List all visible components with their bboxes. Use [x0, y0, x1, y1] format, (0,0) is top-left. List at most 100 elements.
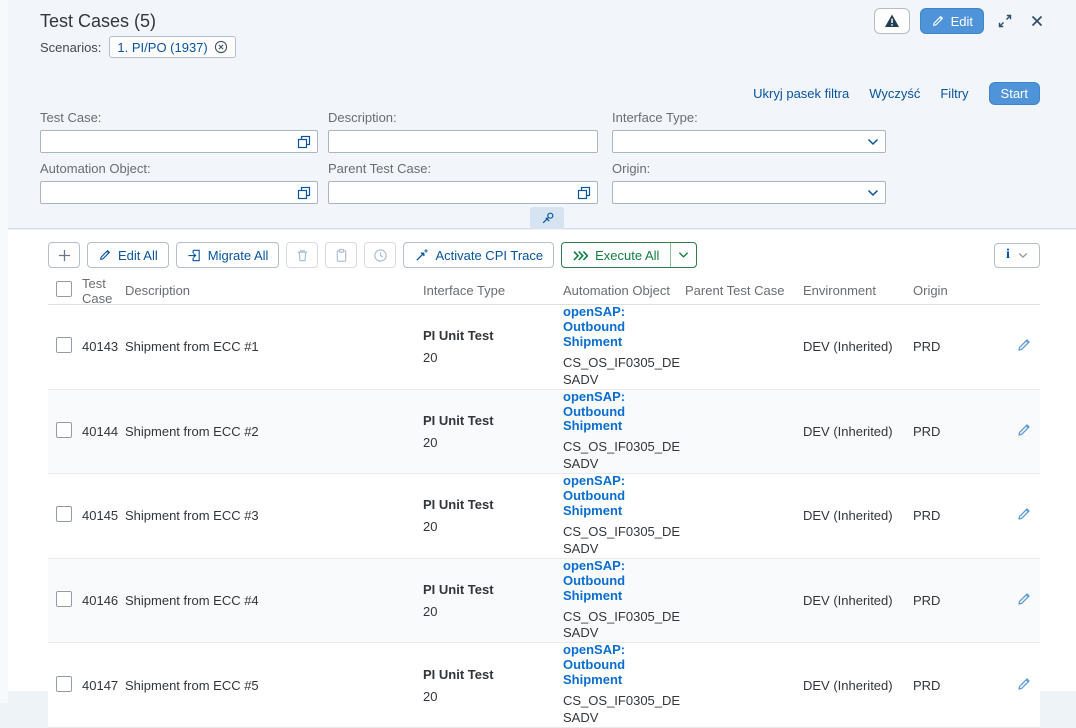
add-icon — [57, 248, 72, 263]
migrate-all-button[interactable]: Migrate All — [176, 242, 280, 268]
add-button[interactable] — [48, 242, 80, 268]
automation-object-link[interactable]: openSAP: Outbound Shipment — [563, 643, 681, 688]
interface-type: PI Unit Test — [423, 497, 563, 512]
warning-button[interactable] — [874, 8, 910, 34]
interface-type: PI Unit Test — [423, 667, 563, 682]
parent-test-case-input[interactable] — [328, 181, 598, 204]
column-header-automation-object[interactable]: Automation Object — [563, 283, 685, 298]
close-button[interactable] — [1026, 10, 1048, 32]
filter-field-description: Description: — [328, 110, 598, 153]
environment-cell: DEV (Inherited) — [803, 678, 913, 693]
edit-pencil-icon — [98, 248, 112, 262]
row-edit-button[interactable] — [1016, 676, 1032, 692]
expand-button[interactable] — [994, 10, 1016, 32]
migrate-all-label: Migrate All — [208, 248, 269, 263]
hide-filterbar-link[interactable]: Ukryj pasek filtra — [753, 86, 849, 101]
start-button[interactable]: Start — [989, 82, 1040, 105]
token-remove-button[interactable] — [214, 40, 228, 54]
edit-pencil-icon — [1016, 591, 1032, 607]
row-checkbox[interactable] — [56, 422, 72, 438]
value-help-icon[interactable] — [297, 186, 311, 200]
column-header-origin[interactable]: Origin — [913, 283, 1008, 298]
test-case-id: 40144 — [82, 424, 125, 439]
column-header-test-case[interactable]: Test Case — [82, 276, 125, 306]
row-checkbox[interactable] — [56, 676, 72, 692]
column-header-environment[interactable]: Environment — [803, 283, 913, 298]
row-edit-button[interactable] — [1016, 337, 1032, 353]
column-header-description[interactable]: Description — [125, 283, 423, 298]
row-checkbox[interactable] — [56, 337, 72, 353]
history-icon — [373, 248, 388, 263]
automation-object-code: CS_OS_IF0305_DESADV — [563, 439, 681, 473]
automation-object-input[interactable] — [40, 181, 318, 204]
row-edit-button[interactable] — [1016, 591, 1032, 607]
activate-cpi-trace-label: Activate CPI Trace — [435, 248, 543, 263]
filter-field-automation-object: Automation Object: — [40, 161, 318, 204]
info-menu-button[interactable]: i — [994, 243, 1040, 268]
page-header: Test Cases (5) Edit Scenarios: 1. PI/PO … — [8, 0, 1076, 229]
left-edge-strip — [0, 0, 8, 703]
pin-filterbar-button[interactable] — [530, 207, 564, 229]
test-case-input[interactable] — [40, 130, 318, 153]
description-cell: Shipment from ECC #5 — [125, 678, 423, 693]
origin-cell: PRD — [913, 424, 1008, 439]
interface-version: 20 — [423, 435, 563, 450]
interface-type: PI Unit Test — [423, 413, 563, 428]
row-edit-button[interactable] — [1016, 422, 1032, 438]
description-cell: Shipment from ECC #2 — [125, 424, 423, 439]
edit-pencil-icon — [1016, 676, 1032, 692]
execute-all-menu-button[interactable] — [670, 243, 696, 267]
test-case-id: 40146 — [82, 593, 125, 608]
table-row: 40147 Shipment from ECC #5 PI Unit Test2… — [48, 643, 1040, 728]
edit-pencil-icon — [1016, 506, 1032, 522]
table-toolbar: Edit All Migrate All Activate CPI Trace … — [48, 241, 1040, 269]
paste-button[interactable] — [325, 242, 357, 268]
scenario-token[interactable]: 1. PI/PO (1937) — [109, 36, 235, 58]
column-header-parent-test-case[interactable]: Parent Test Case — [685, 283, 803, 298]
interface-type: PI Unit Test — [423, 328, 563, 343]
page-title: Test Cases (5) — [40, 8, 156, 34]
execute-all-button[interactable]: Execute All — [562, 243, 670, 267]
interface-type: PI Unit Test — [423, 582, 563, 597]
scenario-token-label: 1. PI/PO (1937) — [117, 40, 207, 55]
delete-button[interactable] — [286, 242, 318, 268]
table-body: 40143 Shipment from ECC #1 PI Unit Test2… — [48, 305, 1040, 728]
automation-object-link[interactable]: openSAP: Outbound Shipment — [563, 305, 681, 350]
clear-filters-link[interactable]: Wyczyść — [869, 86, 920, 101]
filter-field-test-case: Test Case: — [40, 110, 318, 153]
select-all-checkbox[interactable] — [56, 281, 72, 297]
close-icon — [1030, 14, 1044, 28]
filter-label: Origin: — [612, 161, 886, 176]
interface-version: 20 — [423, 604, 563, 619]
description-input[interactable] — [328, 130, 598, 153]
value-help-icon[interactable] — [297, 135, 311, 149]
execute-all-label: Execute All — [595, 248, 659, 263]
execute-all-split-button: Execute All — [561, 242, 697, 268]
activate-cpi-trace-button[interactable]: Activate CPI Trace — [403, 242, 554, 268]
history-button[interactable] — [364, 242, 396, 268]
table-panel: Edit All Migrate All Activate CPI Trace … — [8, 230, 1076, 691]
automation-object-link[interactable]: openSAP: Outbound Shipment — [563, 474, 681, 519]
filter-label: Test Case: — [40, 110, 318, 125]
value-help-icon[interactable] — [577, 186, 591, 200]
interface-version: 20 — [423, 519, 563, 534]
edit-button[interactable]: Edit — [920, 8, 984, 34]
edit-button-label: Edit — [951, 14, 973, 29]
column-header-interface-type[interactable]: Interface Type — [423, 283, 563, 298]
edit-all-button[interactable]: Edit All — [87, 242, 169, 268]
row-checkbox[interactable] — [56, 591, 72, 607]
automation-object-link[interactable]: openSAP: Outbound Shipment — [563, 559, 681, 604]
row-edit-button[interactable] — [1016, 506, 1032, 522]
header-actions: Edit — [874, 8, 1048, 34]
automation-object-code: CS_OS_IF0305_DESADV — [563, 609, 681, 643]
edit-pencil-icon — [1016, 422, 1032, 438]
interface-type-select[interactable] — [612, 130, 886, 153]
origin-select[interactable] — [612, 181, 886, 204]
row-checkbox[interactable] — [56, 506, 72, 522]
automation-object-link[interactable]: openSAP: Outbound Shipment — [563, 390, 681, 435]
description-cell: Shipment from ECC #4 — [125, 593, 423, 608]
table-row: 40143 Shipment from ECC #1 PI Unit Test2… — [48, 305, 1040, 390]
expand-icon — [997, 13, 1013, 29]
origin-cell: PRD — [913, 339, 1008, 354]
filters-link[interactable]: Filtry — [940, 86, 968, 101]
